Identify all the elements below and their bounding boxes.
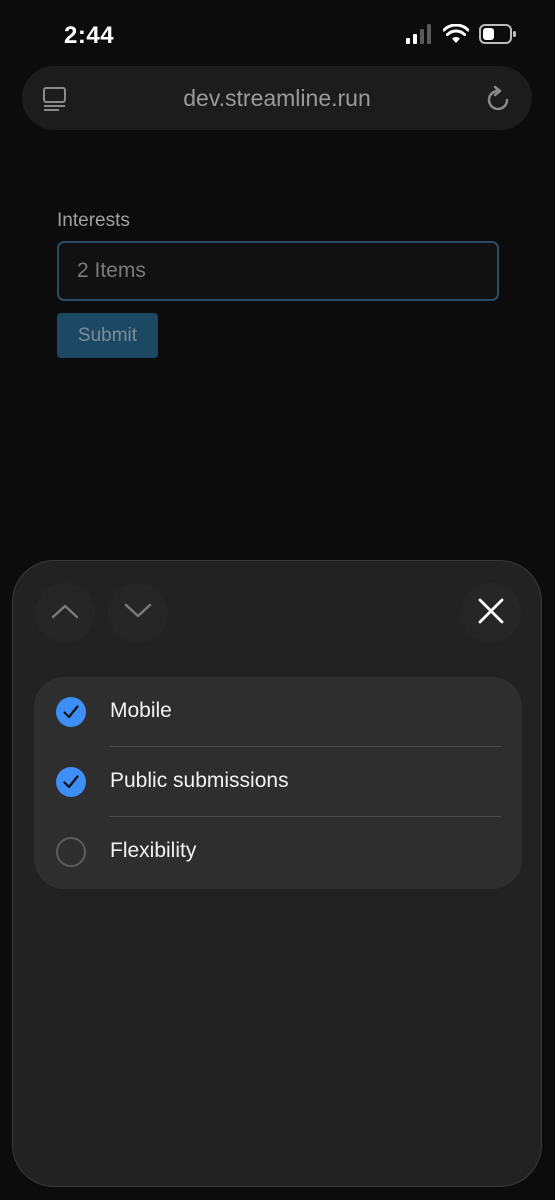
options-list: Mobile Public submissions Flexibility: [34, 677, 522, 889]
status-icons: [405, 23, 517, 49]
close-button[interactable]: [461, 583, 521, 643]
checkmark-icon[interactable]: [56, 767, 86, 797]
address-bar[interactable]: dev.streamline.run: [22, 66, 532, 130]
option-flexibility[interactable]: Flexibility: [34, 817, 522, 887]
option-label: Mobile: [110, 699, 172, 722]
interests-form: Interests 2 Items Submit: [57, 210, 499, 358]
empty-circle-icon[interactable]: [56, 837, 86, 867]
interests-label: Interests: [57, 210, 130, 231]
reload-icon[interactable]: [486, 85, 512, 118]
option-label: Flexibility: [110, 839, 197, 862]
signal-icon: [405, 24, 433, 49]
url-text[interactable]: dev.streamline.run: [22, 85, 532, 112]
status-bar: 2:44: [0, 0, 555, 70]
close-icon: [478, 598, 504, 629]
wifi-icon: [442, 23, 470, 49]
chevron-up-icon: [51, 603, 79, 624]
checkmark-icon[interactable]: [56, 697, 86, 727]
status-time: 2:44: [64, 22, 115, 49]
battery-icon: [479, 24, 517, 49]
submit-button[interactable]: Submit: [57, 313, 158, 358]
multi-select-picker: Mobile Public submissions Flexibility: [12, 560, 542, 1187]
option-public-submissions[interactable]: Public submissions: [34, 747, 522, 817]
interests-select[interactable]: 2 Items: [57, 241, 499, 301]
chevron-down-icon: [124, 603, 152, 624]
option-mobile[interactable]: Mobile: [34, 677, 522, 747]
option-label: Public submissions: [110, 769, 289, 792]
next-field-button[interactable]: [108, 583, 168, 643]
previous-field-button[interactable]: [35, 583, 95, 643]
